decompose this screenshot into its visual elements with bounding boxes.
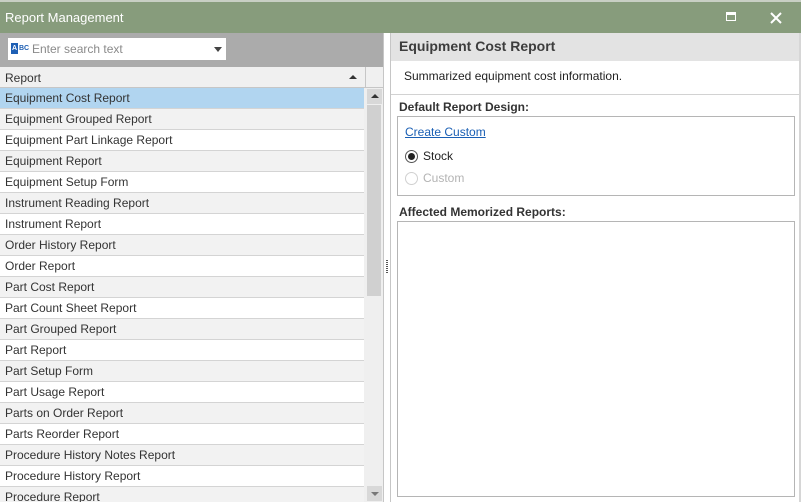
custom-radio-label: Custom [423, 171, 465, 185]
scroll-up-button[interactable] [367, 89, 382, 104]
stock-radio-label: Stock [423, 149, 454, 163]
maximize-button[interactable] [718, 6, 744, 30]
window-title: Report Management [5, 10, 124, 25]
default-design-label: Default Report Design: [399, 100, 530, 114]
radio-checked-icon [405, 149, 418, 163]
title-bar: Report Management [0, 0, 801, 33]
stock-radio[interactable]: Stock [405, 149, 453, 163]
report-row[interactable]: Instrument Reading Report [0, 193, 364, 214]
report-row[interactable]: Instrument Report [0, 214, 364, 235]
detail-header: Equipment Cost Report [391, 33, 799, 61]
report-row[interactable]: Equipment Grouped Report [0, 109, 364, 130]
report-row[interactable]: Equipment Report [0, 151, 364, 172]
splitter-grip-icon [386, 260, 388, 274]
report-row[interactable]: Parts on Order Report [0, 403, 364, 424]
custom-radio: Custom [405, 171, 464, 185]
report-rows: Equipment Cost Report Equipment Grouped R… [0, 88, 364, 502]
affected-memorized-list[interactable] [397, 221, 795, 497]
abc-text-search-icon: A BC [11, 43, 30, 54]
vertical-scrollbar[interactable] [366, 88, 382, 502]
sort-ascending-icon [349, 75, 357, 79]
report-row[interactable]: Part Cost Report [0, 277, 364, 298]
report-row[interactable]: Part Report [0, 340, 364, 361]
close-button[interactable] [763, 6, 789, 30]
search-input[interactable] [32, 40, 202, 58]
default-design-group: Create Custom Stock Custom [397, 116, 795, 196]
report-row[interactable]: Part Usage Report [0, 382, 364, 403]
close-icon [770, 12, 782, 24]
column-header-report[interactable]: Report [0, 67, 366, 88]
report-row[interactable]: Part Count Sheet Report [0, 298, 364, 319]
chevron-down-icon[interactable] [214, 47, 222, 52]
report-grid: Report Equipment Cost Report Equipment Gr… [0, 67, 383, 502]
create-custom-link[interactable]: Create Custom [405, 125, 486, 139]
maximize-icon [726, 12, 736, 21]
search-box[interactable]: A BC [8, 38, 226, 60]
report-row[interactable]: Equipment Cost Report [0, 88, 364, 109]
pane-splitter[interactable] [383, 33, 391, 502]
detail-title: Equipment Cost Report [399, 38, 556, 54]
report-row[interactable]: Order History Report [0, 235, 364, 256]
column-header-label: Report [5, 71, 42, 85]
report-row[interactable]: Equipment Part Linkage Report [0, 130, 364, 151]
scroll-down-button[interactable] [367, 486, 382, 501]
report-description: Summarized equipment cost information. [404, 69, 623, 83]
radio-unchecked-icon [405, 171, 418, 185]
report-row[interactable]: Equipment Setup Form [0, 172, 364, 193]
report-row[interactable]: Procedure History Report [0, 466, 364, 487]
report-row[interactable]: Order Report [0, 256, 364, 277]
report-list-pane: ABC Report Equipment Cost ReportEquipmen… [0, 33, 383, 502]
report-row[interactable]: Procedure History Notes Report [0, 445, 364, 466]
header-corner [366, 67, 383, 88]
report-row[interactable]: Procedure Report [0, 487, 364, 502]
report-row[interactable]: Part Grouped Report [0, 319, 364, 340]
divider [391, 94, 799, 95]
report-row[interactable]: Part Setup Form [0, 361, 364, 382]
scroll-thumb[interactable] [367, 105, 381, 296]
affected-memorized-label: Affected Memorized Reports: [399, 205, 566, 219]
report-row[interactable]: Parts Reorder Report [0, 424, 364, 445]
report-detail-pane: Equipment Cost Report Summarized equipme… [391, 33, 801, 502]
